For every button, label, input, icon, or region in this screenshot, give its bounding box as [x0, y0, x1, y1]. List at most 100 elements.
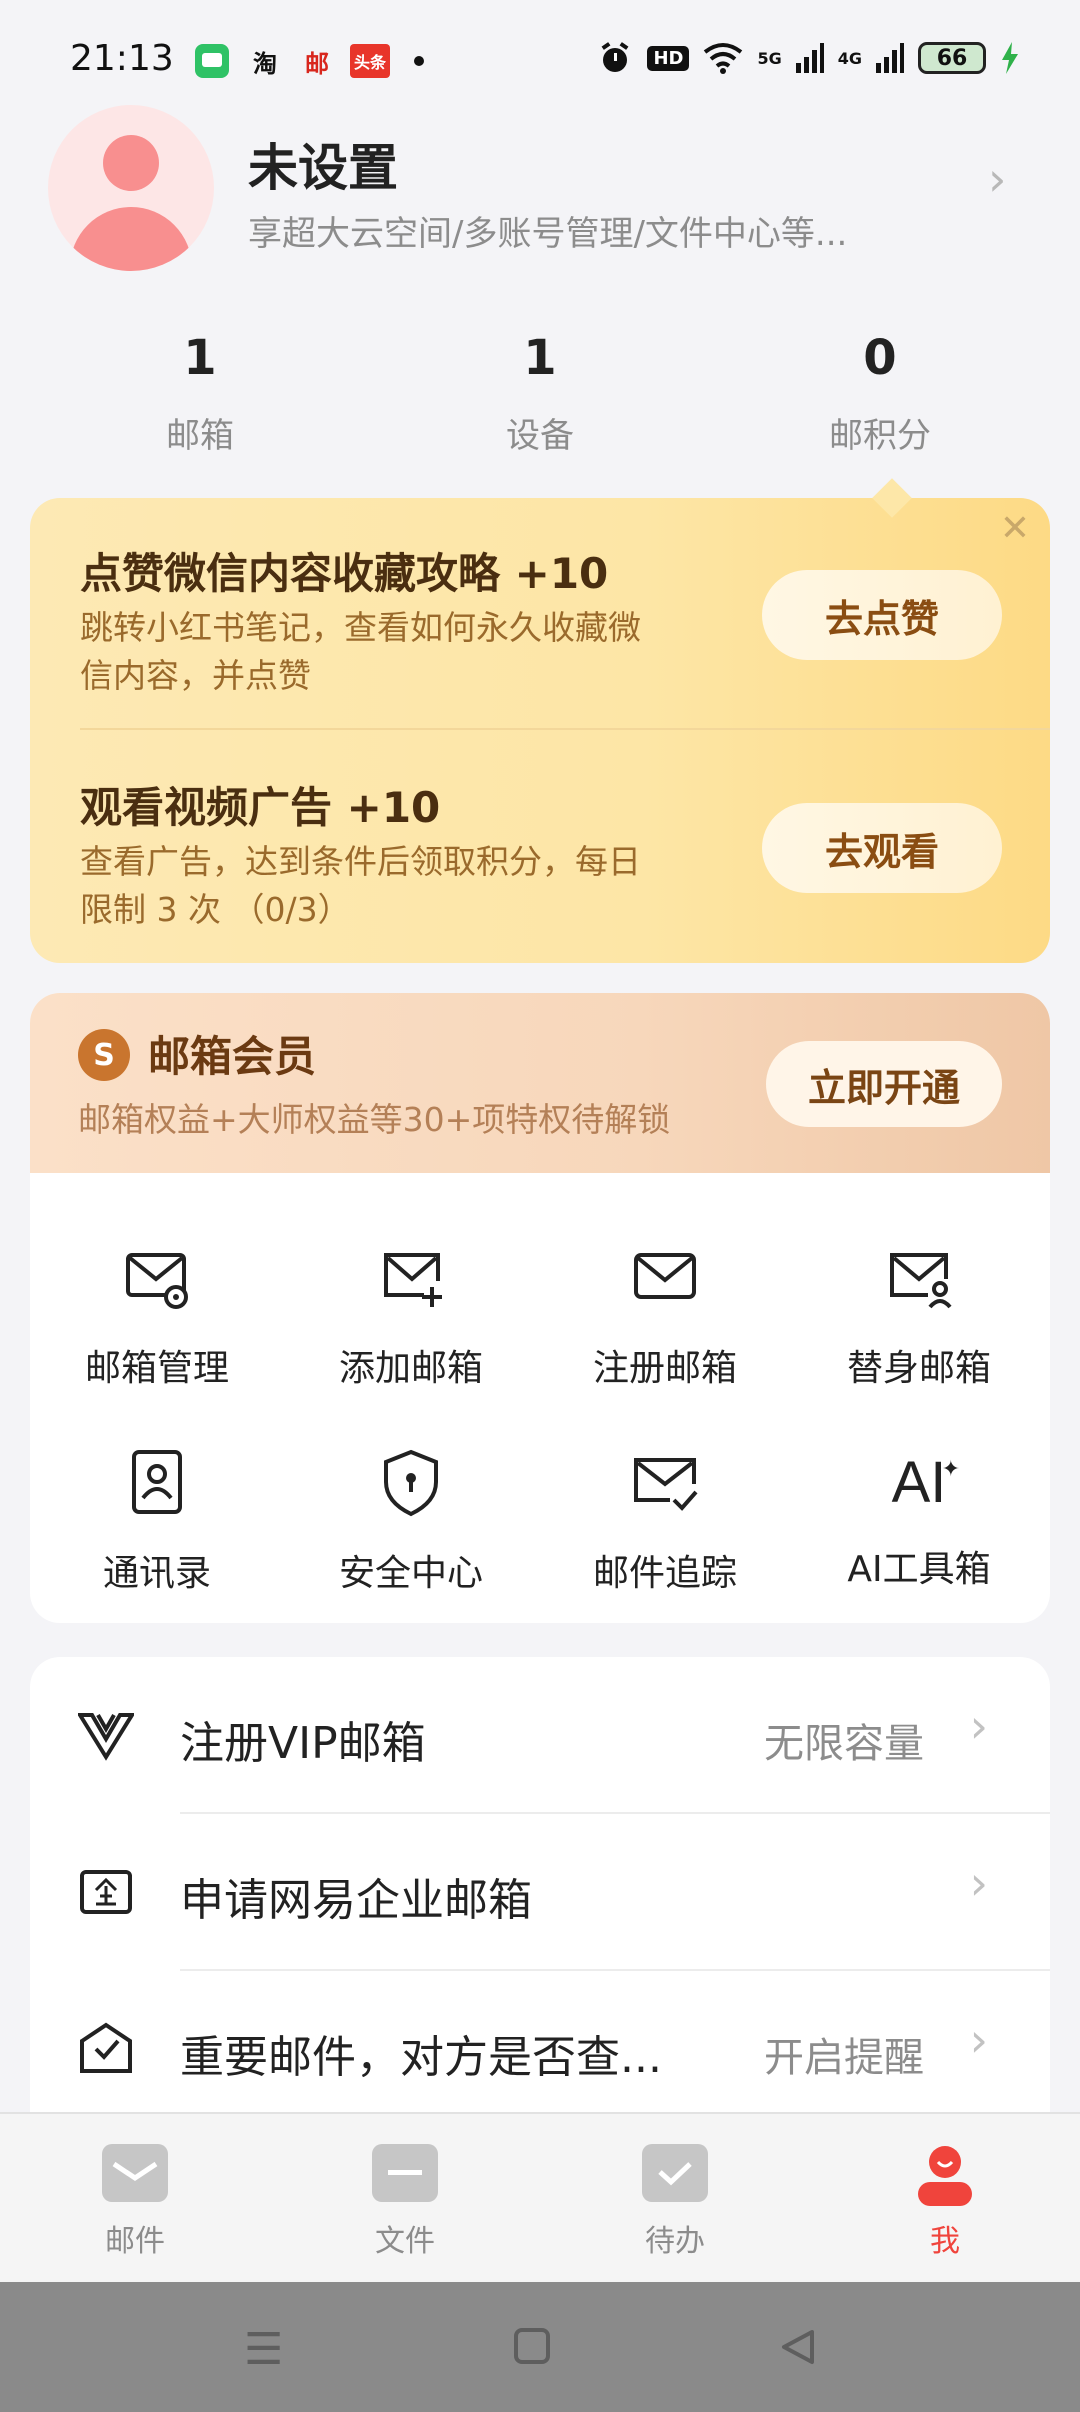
close-icon[interactable]: ✕: [1000, 508, 1030, 549]
wifi-icon: [704, 43, 743, 74]
status-bar: 21:13 淘 邮 头条 HD 5G 4G 66: [0, 0, 1080, 125]
task-like-button[interactable]: 去点赞: [762, 570, 1002, 660]
list-item-vip-register[interactable]: 注册VIP邮箱 无限容量 ›: [30, 1657, 1050, 1812]
tool-label: 添加邮箱: [338, 1348, 483, 1389]
vip-title: 邮箱会员: [148, 1032, 317, 1081]
profile-chevron-icon[interactable]: ›: [988, 152, 1006, 206]
tool-label: 邮件追踪: [592, 1553, 737, 1594]
task-like-desc-line2: 信内容，并点赞: [80, 656, 311, 695]
tool-mail-tracking[interactable]: 邮件追踪: [538, 1448, 792, 1596]
vip-logo-icon: [78, 1713, 134, 1761]
signal-5g-label: 5G: [757, 48, 782, 68]
tool-security-center[interactable]: 安全中心: [284, 1448, 538, 1596]
list-item-value: 无限容量: [764, 1721, 924, 1767]
tab-mail[interactable]: 邮件: [65, 2144, 205, 2260]
post-icon: 邮: [305, 49, 329, 78]
alarm-icon: [602, 42, 629, 72]
hd-icon: HD: [647, 45, 690, 71]
list-item-label: 重要邮件，对方是否查...: [180, 2032, 662, 2083]
tool-alias-mailbox[interactable]: 替身邮箱: [792, 1243, 1046, 1391]
tab-me[interactable]: 我: [875, 2144, 1015, 2260]
notification-dot: [414, 56, 424, 66]
task-video-button[interactable]: 去观看: [762, 803, 1002, 893]
vip-tools-card: S 邮箱会员 邮箱权益+大师权益等30+项特权待解锁 立即开通 邮箱管理 添加邮…: [30, 993, 1050, 1623]
tab-label: 待办: [645, 2224, 705, 2259]
charging-icon: [1002, 42, 1018, 74]
stat-device-label: 设备: [506, 416, 574, 456]
stat-mailbox-value: 1: [183, 330, 217, 386]
ai-icon: AI ✦: [891, 1450, 960, 1515]
stat-points-value: 0: [863, 330, 897, 386]
list-item-label: 注册VIP邮箱: [180, 1718, 426, 1769]
task-like-title: 点赞微信内容收藏攻略 +10: [80, 549, 609, 598]
signal-4g-label: 4G: [837, 48, 862, 68]
points-task-card: ✕ 点赞微信内容收藏攻略 +10 跳转小红书笔记，查看如何永久收藏微 信内容，并…: [30, 478, 1050, 963]
status-time: 21:13: [70, 38, 174, 79]
tool-add-mailbox[interactable]: 添加邮箱: [284, 1243, 538, 1391]
bottom-tab-bar: 邮件 文件 待办 我: [0, 2112, 1080, 2282]
tab-files[interactable]: 文件: [335, 2144, 475, 2260]
system-nav-bar: ☰: [0, 2282, 1080, 2412]
task-like-desc-line1: 跳转小红书笔记，查看如何永久收藏微: [80, 608, 641, 647]
todo-tab-icon: [642, 2144, 708, 2202]
stat-mailbox-label: 邮箱: [166, 416, 234, 456]
settings-list: 注册VIP邮箱 无限容量 › 申请网易企业邮箱 › 重要邮件，对方是否查... …: [30, 1657, 1050, 2117]
contacts-icon: [132, 1450, 182, 1514]
toutiao-icon: 头条: [350, 44, 390, 78]
task-video-desc-line2: 限制 3 次 （0/3）: [80, 890, 351, 929]
chevron-right-icon: ›: [969, 1699, 988, 1753]
profile-name[interactable]: 未设置: [248, 128, 398, 200]
tool-register-mailbox[interactable]: 注册邮箱: [538, 1243, 792, 1391]
tool-label: AI工具箱: [847, 1549, 991, 1590]
tab-label: 邮件: [105, 2224, 165, 2259]
tab-label: 我: [930, 2224, 960, 2259]
tool-ai-toolbox[interactable]: AI ✦ AI工具箱: [792, 1448, 1046, 1592]
stat-device[interactable]: 1 设备: [440, 330, 640, 457]
stat-mailbox[interactable]: 1 邮箱: [100, 330, 300, 457]
list-item-read-receipt[interactable]: 重要邮件，对方是否查... 开启提醒 ›: [30, 1971, 1050, 2117]
tool-label: 邮箱管理: [84, 1348, 229, 1389]
tab-label: 文件: [375, 2224, 435, 2259]
tool-contacts[interactable]: 通讯录: [30, 1448, 284, 1596]
stat-points[interactable]: 0 邮积分: [780, 330, 980, 457]
battery-indicator: 66: [918, 42, 986, 74]
list-item-label: 申请网易企业邮箱: [180, 1875, 532, 1926]
mail-tab-icon: [102, 2144, 168, 2202]
home-icon[interactable]: [514, 2328, 550, 2364]
chevron-right-icon: ›: [969, 1856, 988, 1910]
task-video-title: 观看视频广告 +10: [80, 783, 441, 832]
task-video-desc-line1: 查看广告，达到条件后领取积分，每日: [80, 842, 641, 881]
avatar[interactable]: [48, 105, 214, 271]
task-video-desc: 查看广告，达到条件后领取积分，每日 限制 3 次 （0/3）: [80, 838, 641, 934]
vip-banner[interactable]: S 邮箱会员 邮箱权益+大师权益等30+项特权待解锁 立即开通: [30, 993, 1050, 1173]
tool-mailbox-manage[interactable]: 邮箱管理: [30, 1243, 284, 1391]
tool-label: 通讯录: [102, 1553, 211, 1594]
tab-todo[interactable]: 待办: [605, 2144, 745, 2260]
signal-icon-2: [876, 43, 904, 73]
me-tab-icon: [912, 2144, 978, 2206]
folder-tab-icon: [372, 2144, 438, 2202]
tool-label: 注册邮箱: [592, 1348, 737, 1389]
mailbox-settings-icon: [126, 1253, 188, 1309]
tool-label: 安全中心: [338, 1553, 483, 1594]
taobao-icon: 淘: [253, 49, 277, 78]
signal-icon: [795, 43, 824, 73]
mail-check-icon: [634, 1458, 698, 1511]
task-like-desc: 跳转小红书笔记，查看如何永久收藏微 信内容，并点赞: [80, 604, 641, 700]
vip-badge-icon: S: [78, 1029, 130, 1081]
wechat-icon: [195, 44, 229, 78]
menu-icon[interactable]: ☰: [244, 2324, 283, 2375]
mail-user-icon: [890, 1253, 952, 1309]
ai-glyph: AI: [891, 1450, 947, 1515]
vip-desc: 邮箱权益+大师权益等30+项特权待解锁: [78, 1100, 671, 1139]
shield-icon: [384, 1449, 438, 1517]
list-item-value: 开启提醒: [764, 2035, 924, 2081]
mail-add-icon: [384, 1253, 442, 1307]
stat-points-label: 邮积分: [829, 416, 931, 456]
vip-open-button[interactable]: 立即开通: [766, 1041, 1002, 1127]
list-item-enterprise[interactable]: 申请网易企业邮箱 ›: [30, 1814, 1050, 1969]
enterprise-icon: [80, 1870, 132, 1914]
chevron-right-icon: ›: [969, 2013, 988, 2067]
profile-subtitle[interactable]: 享超大云空间/多账号管理/文件中心等...: [248, 206, 888, 255]
back-icon[interactable]: [780, 2328, 816, 2370]
